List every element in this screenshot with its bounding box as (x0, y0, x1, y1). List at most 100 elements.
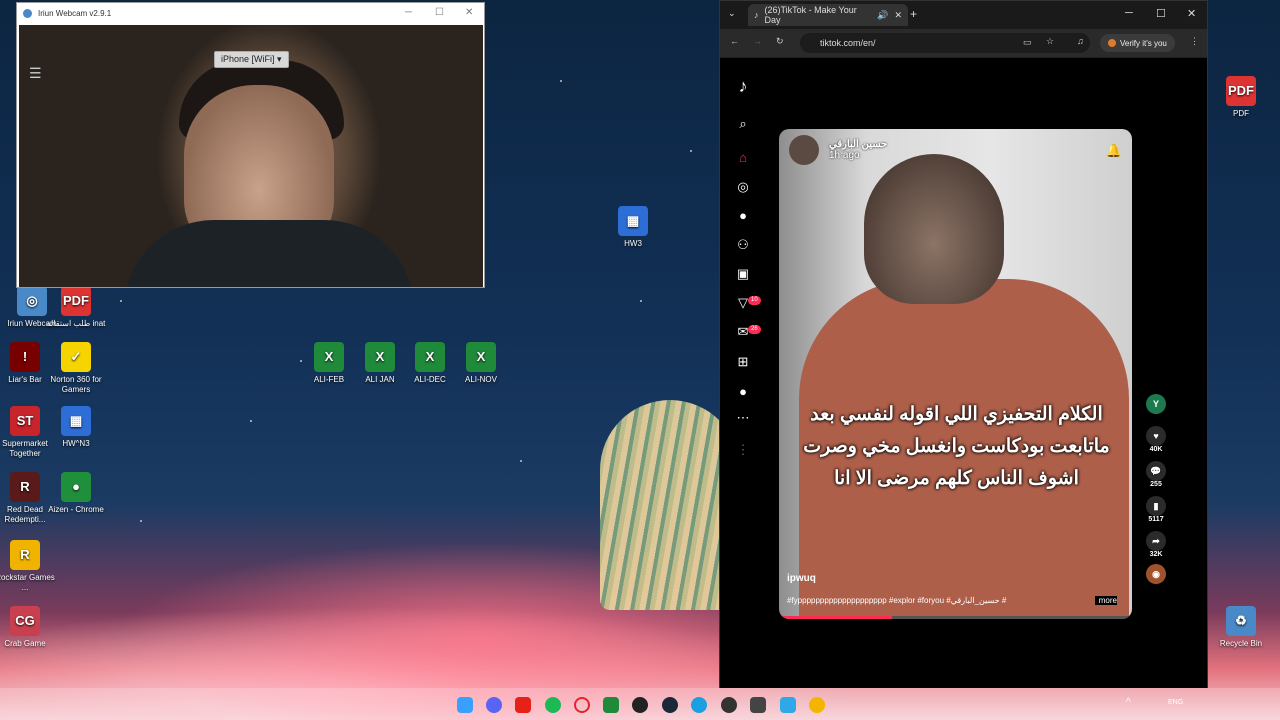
youtube-icon[interactable] (515, 697, 531, 713)
discord-icon[interactable] (486, 697, 502, 713)
video-progress[interactable] (779, 616, 1132, 619)
author-avatar[interactable] (789, 135, 819, 165)
desktop-icon[interactable]: X ALI-NOV (449, 342, 513, 385)
audio-icon[interactable]: 🔊 (877, 10, 888, 21)
desktop-icon-image: CG (10, 606, 40, 636)
chrome-icon[interactable] (809, 697, 825, 713)
browser-menu-icon[interactable]: ⋮ (1190, 36, 1199, 47)
desktop-icon[interactable]: ♻ Recycle Bin (1209, 606, 1273, 649)
webcam-window[interactable]: Iriun Webcam v2.9.1 ─ ☐ ✕ ☰ iPhone [WiFi… (16, 2, 485, 288)
start-icon[interactable] (457, 697, 473, 713)
browser-close-icon[interactable]: ✕ (1187, 7, 1196, 20)
desktop-icon-image: ST (10, 406, 40, 436)
comment-icon[interactable]: 💬 (1146, 461, 1166, 481)
save-icon[interactable]: ▮ (1146, 496, 1166, 516)
verify-button[interactable]: Verify it's you (1100, 34, 1175, 52)
desktop-icon[interactable]: PDF طلب استقالة inat (44, 286, 108, 329)
new-tab-icon[interactable]: + (910, 7, 917, 21)
app-f-icon[interactable] (780, 697, 796, 713)
close-icon[interactable]: ✕ (465, 7, 473, 18)
desktop-icon-image: ! (10, 342, 40, 372)
minimize-icon[interactable]: ─ (405, 7, 412, 18)
live-icon[interactable]: ▣ (728, 266, 758, 282)
xbox-icon[interactable] (603, 697, 619, 713)
upload-icon[interactable]: ⊞ (728, 354, 758, 370)
friends-icon[interactable]: ⚇ (728, 237, 758, 253)
webcam-titlebar[interactable]: Iriun Webcam v2.9.1 (17, 3, 484, 23)
post-time: 1h ago (829, 150, 860, 161)
spotify-icon[interactable] (545, 697, 561, 713)
browser-maximize-icon[interactable]: ☐ (1156, 7, 1166, 20)
save-count: 5117 (1148, 516, 1164, 523)
capture-icon[interactable] (750, 697, 766, 713)
desktop-icon-image: R (10, 540, 40, 570)
following-avatars-icon[interactable]: ⋮ (728, 442, 758, 458)
media-icon[interactable]: ♫ (1077, 36, 1084, 46)
desktop-icon[interactable]: ▦ HW^N3 (44, 406, 108, 449)
desktop-icon-image: ▦ (61, 406, 91, 436)
author-info[interactable]: حسين البارقي 1h ago (829, 139, 887, 161)
notification-bell-icon[interactable]: 🔔 (1106, 143, 1122, 159)
edge-icon[interactable] (691, 697, 707, 713)
tiktok-logo-icon[interactable]: ♪ (728, 76, 758, 97)
browser-window[interactable]: ⌄ ♪ (26)TikTok - Make Your Day 🔊 ✕ + ─ ☐… (719, 0, 1208, 688)
video-hashtags[interactable]: #fypppppppppppppppppppp #explor #foryou … (787, 596, 1127, 605)
back-icon[interactable]: ← (730, 36, 739, 46)
desktop-icon-image: X (415, 342, 445, 372)
cast-icon[interactable]: ▭ (1023, 37, 1032, 48)
steam-icon[interactable] (662, 697, 678, 713)
hashtags-text: #fypppppppppppppppppppp #explor #foryou … (787, 596, 1007, 605)
upwork-icon[interactable] (632, 697, 648, 713)
person-shirt (124, 220, 414, 287)
device-select[interactable]: iPhone [WiFi] ▾ (214, 51, 289, 68)
tab-close-icon[interactable]: ✕ (894, 10, 902, 21)
desktop-icon[interactable]: PDF PDF (1209, 76, 1273, 119)
like-icon[interactable]: ♥ (1146, 426, 1166, 446)
desktop-icon-label: HW^N3 (62, 439, 90, 448)
video-progress-fill (779, 616, 892, 619)
messages-badge: 26 (748, 325, 761, 334)
browser-minimize-icon[interactable]: ─ (1125, 7, 1133, 19)
device-select-value: iPhone [WiFi] (221, 54, 275, 64)
forward-icon[interactable]: → (753, 36, 762, 46)
search-icon[interactable]: ⌕ (728, 116, 758, 132)
more-link[interactable]: more (1094, 596, 1117, 605)
desktop-icon-label: طلب استقالة inat (46, 319, 106, 328)
music-disc-icon[interactable]: ◉ (1146, 564, 1166, 584)
desktop-icon[interactable]: ● Aizen - Chrome (44, 472, 108, 515)
share-icon[interactable]: ➦ (1146, 531, 1166, 551)
creator-avatar-icon[interactable]: Y (1146, 394, 1166, 414)
hamburger-menu-icon[interactable]: ☰ (29, 65, 42, 82)
profile-icon (1108, 39, 1116, 47)
tray-chevron-icon[interactable]: ^ (1126, 697, 1131, 708)
video-player[interactable]: حسين البارقي 1h ago 🔔 الكلام التحفيزي ال… (779, 129, 1132, 619)
opera-icon[interactable] (574, 697, 590, 713)
desktop-icon[interactable]: ✓ Norton 360 for Gamers (44, 342, 108, 395)
home-icon[interactable]: ⌂ (728, 150, 758, 165)
explore-icon[interactable]: ◎ (728, 179, 758, 195)
bookmark-star-icon[interactable]: ☆ (1046, 36, 1054, 47)
action-rail: Y ♥ 40K 💬 255 ▮ 5117 ➦ 32K ◉ (1142, 394, 1170, 584)
tab-tiktok[interactable]: ♪ (26)TikTok - Make Your Day 🔊 ✕ (748, 4, 908, 26)
desktop-icon[interactable]: ▦ HW3 (601, 206, 665, 249)
activity-badge: 10 (748, 296, 761, 305)
desktop-icon-label: Recycle Bin (1219, 639, 1263, 648)
language-indicator[interactable]: ENG (1168, 699, 1183, 706)
video-person-head (864, 154, 1004, 304)
more-icon[interactable]: ⋯ (728, 410, 758, 426)
desktop-icon[interactable]: R Rockstar Games ... (0, 540, 57, 593)
webcam-title: Iriun Webcam v2.9.1 (38, 8, 112, 18)
author-name: حسين البارقي (829, 139, 888, 150)
tiktok-page: ♪ ⌕ ⌂ ◎ ● ⚇ ▣ ▽ 10 ✉ 26 ⊞ ● ⋯ ⋮ حسين الب… (720, 58, 1207, 688)
desktop-icon-label: Rockstar Games ... (0, 573, 55, 592)
epic-icon[interactable] (721, 697, 737, 713)
address-bar-row: ← → ↻ tiktok.com/en/ ▭ ☆ ♫ Verify it's y… (720, 29, 1207, 57)
tab-list-icon[interactable]: ⌄ (728, 8, 736, 19)
maximize-icon[interactable]: ☐ (435, 7, 444, 18)
tab-bar: ⌄ ♪ (26)TikTok - Make Your Day 🔊 ✕ + ─ ☐… (720, 1, 1207, 29)
profile-avatar-icon[interactable]: ● (728, 384, 758, 399)
following-avatar-icon[interactable]: ● (728, 208, 758, 223)
desktop-icon[interactable]: CG Crab Game (0, 606, 57, 649)
video-handle[interactable]: ipwuq (787, 573, 816, 584)
reload-icon[interactable]: ↻ (776, 36, 784, 47)
